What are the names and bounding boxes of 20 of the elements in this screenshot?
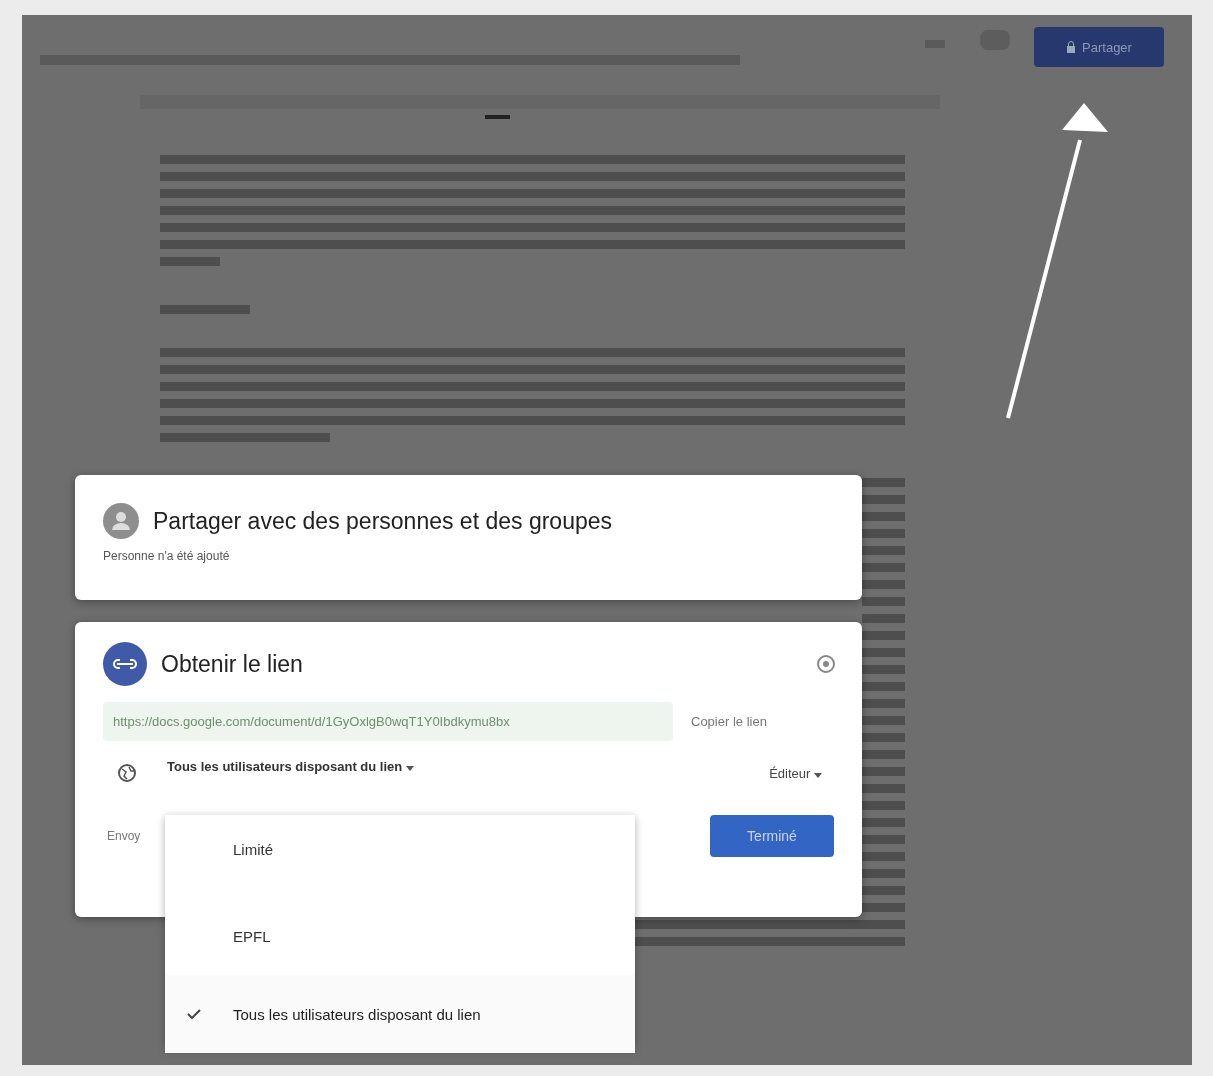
globe-icon <box>117 763 137 783</box>
panel-title: Obtenir le lien <box>161 650 304 678</box>
copy-link-link[interactable]: Copier le lien <box>691 714 767 729</box>
check-icon <box>187 1009 201 1019</box>
menu-item[interactable]: EPFL <box>165 897 635 975</box>
lock-icon <box>1066 41 1077 53</box>
avatar-icon <box>103 503 139 539</box>
caret-icon <box>405 765 414 771</box>
role-dropdown[interactable]: Éditeur <box>763 764 828 782</box>
panel-title: Partager avec des personnes et des groupes <box>153 507 612 535</box>
caret-icon <box>814 772 822 778</box>
done-button[interactable]: Terminé <box>710 815 834 857</box>
link-icon <box>103 642 147 686</box>
feedback-link[interactable]: Envoy <box>107 829 141 843</box>
menu-item[interactable]: Limité <box>165 837 635 897</box>
panel-subtitle: Personne n'a été ajouté <box>103 549 231 563</box>
access-dropdown[interactable]: Tous les utilisateurs disposant du lien <box>167 758 734 774</box>
menu-item[interactable]: Tous les utilisateurs disposant du lien <box>165 975 635 1053</box>
share-button[interactable]: Partager <box>1034 27 1164 67</box>
settings-icon[interactable] <box>816 654 836 674</box>
